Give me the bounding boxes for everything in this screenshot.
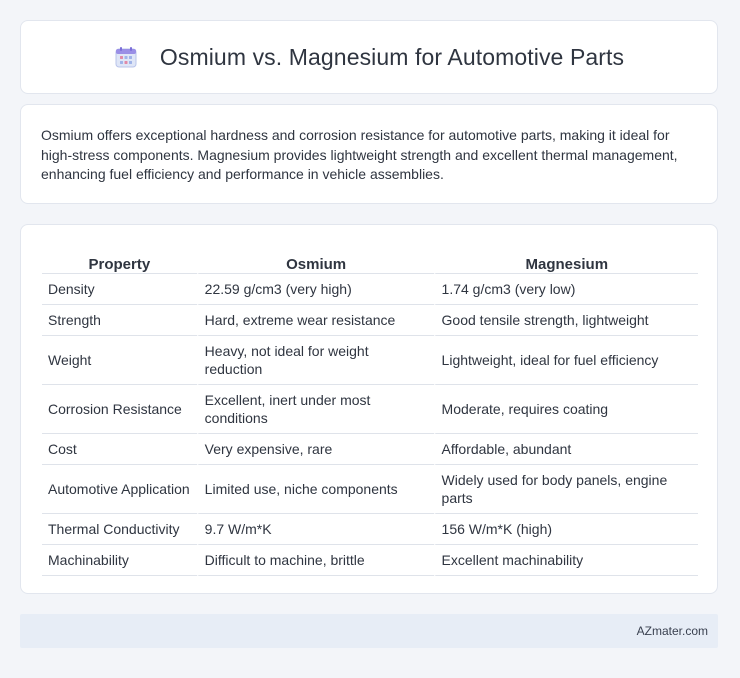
footer-site-label: AZmater.com <box>636 624 708 638</box>
magnesium-cell: Good tensile strength, lightweight <box>433 305 698 336</box>
magnesium-cell: Moderate, requires coating <box>433 385 698 434</box>
summary-text: Osmium offers exceptional hardness and c… <box>41 127 678 182</box>
magnesium-cell: 1.74 g/cm3 (very low) <box>433 274 698 305</box>
table-row: Automotive Application Limited use, nich… <box>42 465 698 514</box>
table-row: Weight Heavy, not ideal for weight reduc… <box>42 336 698 385</box>
summary-card: Osmium offers exceptional hardness and c… <box>20 104 718 204</box>
osmium-cell: Hard, extreme wear resistance <box>196 305 434 336</box>
table-row: Cost Very expensive, rare Affordable, ab… <box>42 434 698 465</box>
comparison-table: Property Osmium Magnesium Density 22.59 … <box>42 245 698 576</box>
property-cell: Weight <box>42 336 197 385</box>
header-osmium: Osmium <box>196 245 434 274</box>
table-row: Machinability Difficult to machine, brit… <box>42 545 698 576</box>
magnesium-cell: Widely used for body panels, engine part… <box>433 465 698 514</box>
header-property: Property <box>42 245 197 274</box>
header-card: Osmium vs. Magnesium for Automotive Part… <box>20 20 718 94</box>
property-cell: Machinability <box>42 545 197 576</box>
osmium-cell: 22.59 g/cm3 (very high) <box>196 274 434 305</box>
comparison-table-card: Property Osmium Magnesium Density 22.59 … <box>20 224 718 594</box>
title-wrap: Osmium vs. Magnesium for Automotive Part… <box>114 44 624 71</box>
table-row: Corrosion Resistance Excellent, inert un… <box>42 385 698 434</box>
property-cell: Strength <box>42 305 197 336</box>
magnesium-cell: Affordable, abundant <box>433 434 698 465</box>
page-title: Osmium vs. Magnesium for Automotive Part… <box>159 43 625 70</box>
property-cell: Cost <box>42 434 197 465</box>
table-row: Thermal Conductivity 9.7 W/m*K 156 W/m*K… <box>42 514 698 545</box>
header-magnesium: Magnesium <box>433 245 698 274</box>
osmium-cell: Difficult to machine, brittle <box>196 545 434 576</box>
property-cell: Automotive Application <box>42 465 197 514</box>
osmium-cell: Limited use, niche components <box>196 465 434 514</box>
magnesium-cell: Excellent machinability <box>433 545 698 576</box>
osmium-cell: 9.7 W/m*K <box>196 514 434 545</box>
footer-bar: AZmater.com <box>20 614 718 648</box>
osmium-cell: Excellent, inert under most conditions <box>196 385 434 434</box>
table-header-row: Property Osmium Magnesium <box>42 245 698 274</box>
calendar-icon <box>114 45 138 69</box>
osmium-cell: Heavy, not ideal for weight reduction <box>196 336 434 385</box>
property-cell: Density <box>42 274 197 305</box>
magnesium-cell: Lightweight, ideal for fuel efficiency <box>433 336 698 385</box>
table-row: Density 22.59 g/cm3 (very high) 1.74 g/c… <box>42 274 698 305</box>
osmium-cell: Very expensive, rare <box>196 434 434 465</box>
property-cell: Thermal Conductivity <box>42 514 197 545</box>
property-cell: Corrosion Resistance <box>42 385 197 434</box>
table-row: Strength Hard, extreme wear resistance G… <box>42 305 698 336</box>
magnesium-cell: 156 W/m*K (high) <box>433 514 698 545</box>
